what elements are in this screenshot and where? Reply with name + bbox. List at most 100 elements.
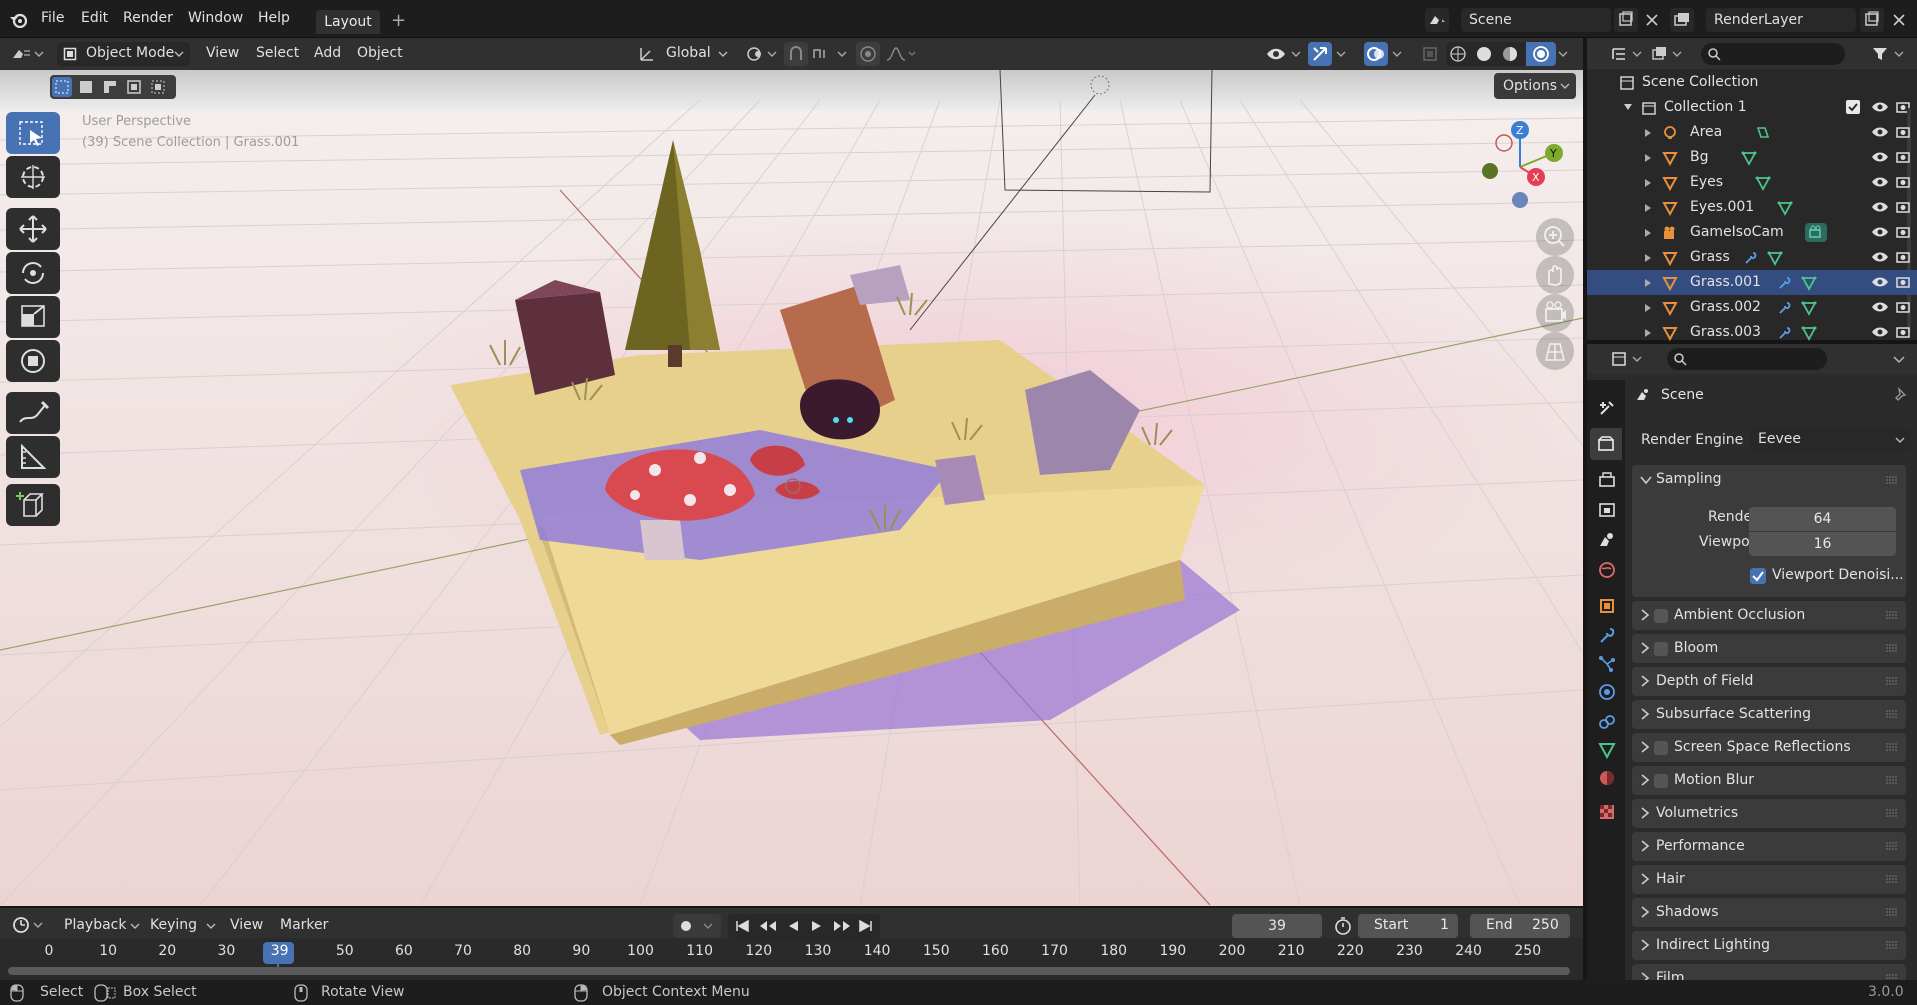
mesh-data-icon[interactable]	[1801, 275, 1817, 291]
select-subtract-icon[interactable]	[102, 79, 118, 95]
camera-render-icon[interactable]	[1895, 149, 1911, 165]
expand-arrow-icon[interactable]	[1644, 178, 1652, 188]
snap-toggle-icon[interactable]	[784, 42, 808, 66]
expand-arrow-icon[interactable]	[1644, 278, 1652, 288]
drag-handle-icon[interactable]	[1886, 676, 1898, 686]
falloff-icon[interactable]	[884, 42, 918, 66]
eye-icon[interactable]	[1871, 275, 1889, 289]
expand-arrow-icon[interactable]	[1640, 806, 1650, 820]
navigation-gizmo[interactable]: Z Y X	[1470, 115, 1570, 220]
camera-render-icon[interactable]	[1895, 124, 1911, 140]
viewport-menu-select[interactable]: Select	[256, 45, 299, 61]
delete-scene-icon[interactable]	[1640, 8, 1664, 32]
rendered-shading-icon[interactable]	[1526, 42, 1556, 66]
panel-volumetrics[interactable]: Volumetrics	[1632, 799, 1906, 828]
stopwatch-icon[interactable]	[1333, 916, 1353, 936]
cursor-tool-icon[interactable]	[6, 156, 60, 198]
pan-hand-icon[interactable]	[1536, 256, 1574, 294]
gizmo-toggle-icon[interactable]	[1308, 42, 1332, 66]
expand-arrow-icon[interactable]	[1640, 905, 1650, 919]
options-dropdown[interactable]: Options	[1494, 73, 1576, 99]
expand-arrow-icon[interactable]	[1644, 303, 1652, 313]
camera-view-icon[interactable]	[1536, 294, 1574, 332]
panel-depth-of-field[interactable]: Depth of Field	[1632, 667, 1906, 696]
drag-handle-icon[interactable]	[1886, 907, 1898, 917]
blender-logo-icon[interactable]	[9, 12, 29, 28]
eye-icon[interactable]	[1871, 300, 1889, 314]
drag-handle-icon[interactable]	[1886, 874, 1898, 884]
pivot-point-icon[interactable]	[744, 42, 778, 66]
panel-indirect-lighting[interactable]: Indirect Lighting	[1632, 931, 1906, 960]
zoom-icon[interactable]	[1536, 218, 1574, 256]
new-scene-icon[interactable]	[1614, 8, 1638, 32]
eye-icon[interactable]	[1871, 150, 1889, 164]
perspective-toggle-icon[interactable]	[1536, 332, 1574, 370]
outliner-item-gameisocam[interactable]: GameIsoCam	[1587, 220, 1917, 245]
editor-type-icon[interactable]	[10, 42, 44, 66]
panel-hair[interactable]: Hair	[1632, 865, 1906, 894]
properties-search-input[interactable]	[1667, 348, 1827, 370]
timeline-marker-menu[interactable]: Marker	[280, 917, 328, 933]
add-cube-tool-icon[interactable]	[6, 484, 60, 526]
timeline-view-menu[interactable]: View	[230, 917, 263, 933]
eye-icon[interactable]	[1871, 200, 1889, 214]
drag-handle-icon[interactable]	[1886, 940, 1898, 950]
expand-arrow-icon[interactable]	[1640, 773, 1650, 787]
panel-subsurface-scattering[interactable]: Subsurface Scattering	[1632, 700, 1906, 729]
panel-performance[interactable]: Performance	[1632, 832, 1906, 861]
expand-arrow-icon[interactable]	[1644, 203, 1652, 213]
view-layer-tab-icon[interactable]	[1595, 498, 1619, 522]
auto-keying-toggle[interactable]	[673, 914, 721, 938]
viewport-menu-view[interactable]: View	[206, 45, 239, 61]
xray-toggle-icon[interactable]	[1418, 42, 1442, 66]
view-layer-field[interactable]: RenderLayer	[1706, 8, 1856, 32]
expand-arrow-icon[interactable]	[1640, 641, 1650, 655]
mesh-data-icon[interactable]	[1801, 300, 1817, 316]
outliner-item-area[interactable]: Area	[1587, 120, 1917, 145]
drag-handle-icon[interactable]	[1886, 973, 1898, 980]
outliner-item-grass-002[interactable]: Grass.002	[1587, 295, 1917, 320]
camera-data-icon[interactable]	[1805, 223, 1827, 242]
snap-target-icon[interactable]	[810, 42, 850, 66]
modifier-tab-icon[interactable]	[1595, 624, 1619, 648]
particles-tab-icon[interactable]	[1595, 652, 1619, 676]
panel-film[interactable]: Film	[1632, 964, 1906, 980]
camera-render-icon[interactable]	[1895, 199, 1911, 215]
mesh-data-icon[interactable]	[1767, 250, 1783, 266]
eye-icon[interactable]	[1871, 125, 1889, 139]
eye-icon[interactable]	[1871, 100, 1889, 114]
constraints-tab-icon[interactable]	[1595, 710, 1619, 734]
panel-enable-checkbox[interactable]	[1654, 774, 1668, 788]
end-frame-field[interactable]: End 250	[1470, 914, 1570, 938]
drag-handle-icon[interactable]	[1886, 808, 1898, 818]
select-intersect-icon[interactable]	[150, 79, 166, 95]
eye-icon[interactable]	[1871, 225, 1889, 239]
eye-icon[interactable]	[1871, 175, 1889, 189]
gizmo-options-chevron-icon[interactable]	[1334, 42, 1350, 66]
panel-ambient-occlusion[interactable]: Ambient Occlusion	[1632, 601, 1906, 630]
expand-arrow-icon[interactable]	[1640, 674, 1650, 688]
3d-viewport[interactable]: User Perspective (39) Scene Collection |…	[0, 70, 1583, 906]
start-frame-field[interactable]: Start 1	[1358, 914, 1458, 938]
select-invert-icon[interactable]	[126, 79, 142, 95]
menu-file[interactable]: File	[41, 10, 64, 26]
camera-render-icon[interactable]	[1895, 224, 1911, 240]
jump-start-icon[interactable]	[734, 919, 750, 933]
select-new-icon[interactable]	[52, 77, 72, 97]
playback-menu[interactable]: Playback	[64, 914, 142, 938]
expand-arrow-icon[interactable]	[1644, 253, 1652, 263]
eye-icon[interactable]	[1871, 325, 1889, 339]
drag-handle-icon[interactable]	[1886, 643, 1898, 653]
material-tab-icon[interactable]	[1595, 766, 1619, 790]
collection-include-checkbox[interactable]	[1846, 100, 1860, 114]
play-icon[interactable]	[810, 919, 824, 933]
expand-arrow-icon[interactable]	[1640, 707, 1650, 721]
new-view-layer-icon[interactable]	[1860, 8, 1884, 32]
shading-options-chevron-icon[interactable]	[1556, 42, 1572, 66]
move-tool-icon[interactable]	[6, 208, 60, 250]
wireframe-shading-icon[interactable]	[1449, 45, 1467, 63]
panel-enable-checkbox[interactable]	[1654, 609, 1668, 623]
scale-tool-icon[interactable]	[6, 296, 60, 338]
transform-orientation-dropdown[interactable]: Global	[636, 42, 732, 66]
panel-enable-checkbox[interactable]	[1654, 642, 1668, 656]
